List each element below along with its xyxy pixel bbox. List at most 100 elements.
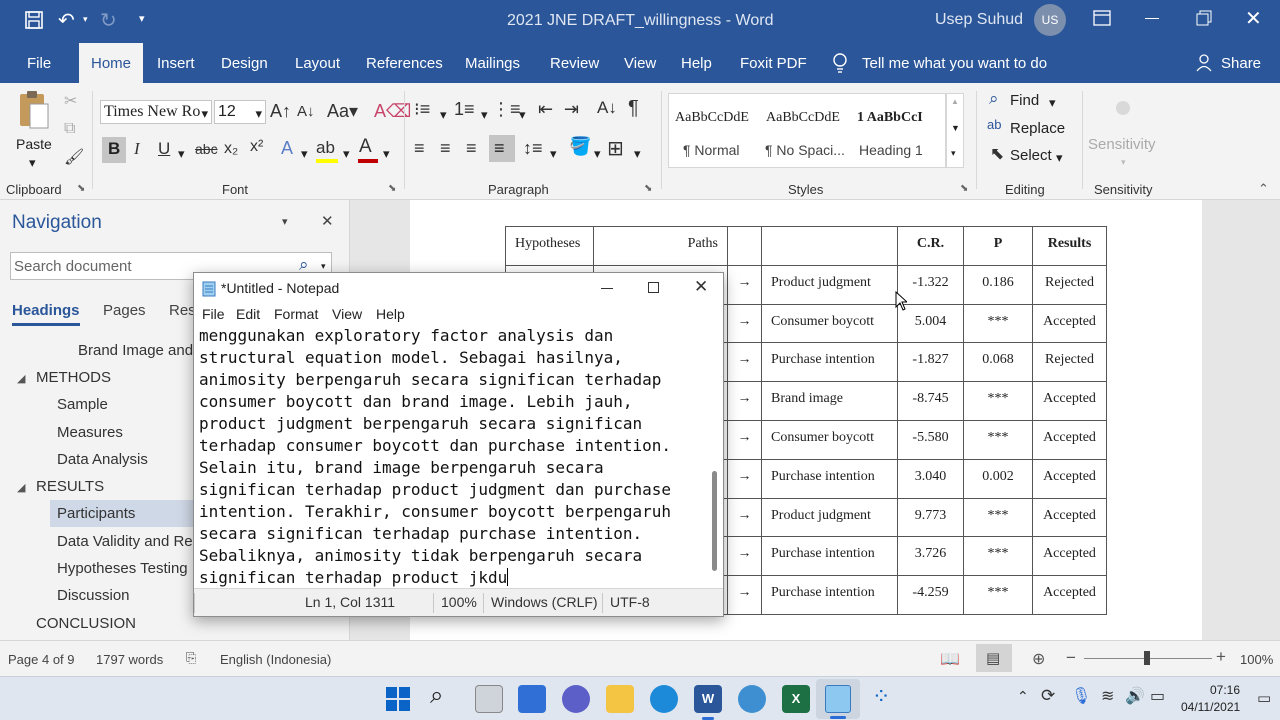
increase-indent-icon[interactable]: ⇥ <box>564 99 579 120</box>
cell-arrow[interactable]: → <box>727 342 762 383</box>
tab-view[interactable]: View <box>624 55 656 72</box>
collapse-ribbon-icon[interactable]: ⌃ <box>1258 181 1269 197</box>
notepad-text-line[interactable]: intention. Terakhir, consumer boycott be… <box>199 501 704 523</box>
cell-path-target[interactable]: Product judgment <box>761 497 898 538</box>
highlight-dropdown-icon[interactable]: ▾ <box>343 146 350 162</box>
cell-arrow[interactable]: → <box>727 458 762 499</box>
superscript-icon[interactable]: x² <box>250 138 263 156</box>
multilevel-dropdown-icon[interactable]: ▾ <box>519 107 526 123</box>
nav-heading-brand-image[interactable]: Brand Image and <box>78 342 193 359</box>
page-count[interactable]: Page 4 of 9 <box>8 652 75 667</box>
nav-heading-hypotheses-testing[interactable]: Hypotheses Testing <box>57 560 188 577</box>
widgets-icon[interactable] <box>518 685 546 713</box>
notepad-scrollbar-thumb[interactable] <box>712 471 717 571</box>
restore-button[interactable] <box>1196 10 1212 26</box>
zoom-out-icon[interactable]: − <box>1066 648 1076 668</box>
menu-file[interactable]: File <box>202 306 225 322</box>
cell-arrow[interactable]: → <box>727 536 762 577</box>
excel-taskbar-icon[interactable]: X <box>782 685 810 713</box>
line-spacing-dropdown-icon[interactable]: ▾ <box>550 146 557 162</box>
cell-cr[interactable]: 3.040 <box>897 458 964 499</box>
italic-icon[interactable]: I <box>134 139 140 159</box>
cell-path-target[interactable]: Consumer boycott <box>761 303 898 344</box>
nav-heading-conclusion[interactable]: CONCLUSION <box>36 615 136 632</box>
paragraph-launcher-icon[interactable]: ⬊ <box>644 183 652 194</box>
font-size-dropdown-icon[interactable]: ▾ <box>255 106 262 122</box>
notepad-text-line[interactable]: consumer boycott dan brand image. Lebih … <box>199 391 704 413</box>
shading-icon[interactable]: 🪣 <box>569 136 591 157</box>
word-count[interactable]: 1797 words <box>96 652 163 667</box>
cell-path-target[interactable]: Brand image <box>761 381 898 421</box>
cell-path-target[interactable]: Purchase intention <box>761 575 898 615</box>
tab-foxit-pdf[interactable]: Foxit PDF <box>740 55 807 72</box>
decrease-indent-icon[interactable]: ⇤ <box>538 99 553 120</box>
subscript-icon[interactable]: x₂ <box>224 140 238 158</box>
nav-heading-sample[interactable]: Sample <box>57 396 108 413</box>
save-icon[interactable] <box>25 11 43 29</box>
notepad-minimize-button[interactable] <box>601 288 613 289</box>
battery-icon[interactable]: ▭ <box>1150 686 1165 706</box>
read-mode-icon[interactable]: 📖 <box>940 649 960 669</box>
zoom-in-icon[interactable]: + <box>1216 647 1226 667</box>
notepad-text-line[interactable]: product judgment berpengaruh secara sign… <box>199 413 704 435</box>
notepad-text-line[interactable]: significan terhadap product jkdu <box>199 567 704 589</box>
nav-heading-methods[interactable]: METHODS <box>36 369 111 386</box>
tab-mailings[interactable]: Mailings <box>465 55 520 72</box>
paste-button[interactable]: Paste <box>16 136 52 152</box>
tell-me-search[interactable]: Tell me what you want to do <box>862 55 1047 72</box>
font-launcher-icon[interactable]: ⬊ <box>388 183 396 194</box>
word-taskbar-icon[interactable]: W <box>694 685 722 713</box>
customize-qat-icon[interactable]: ▾ <box>139 12 145 25</box>
line-spacing-icon[interactable]: ↕≡ <box>523 138 543 159</box>
volume-icon[interactable]: 🔊 <box>1125 686 1145 706</box>
nav-options-icon[interactable]: ▾ <box>282 215 288 228</box>
clipboard-launcher-icon[interactable]: ⬊ <box>77 183 85 194</box>
shading-dropdown-icon[interactable]: ▾ <box>594 146 601 162</box>
numbering-dropdown-icon[interactable]: ▾ <box>481 107 488 123</box>
tab-layout[interactable]: Layout <box>295 55 340 72</box>
undo-dropdown-icon[interactable]: ▾ <box>83 14 88 25</box>
nav-tab-results[interactable]: Res <box>169 302 196 319</box>
task-view-icon[interactable] <box>475 685 503 713</box>
cell-result[interactable]: Rejected <box>1032 342 1107 383</box>
font-name-dropdown-icon[interactable]: ▾ <box>201 106 208 122</box>
bold-button[interactable]: B <box>102 137 126 163</box>
style-normal[interactable]: AaBbCcDdE ¶ Normal <box>669 94 761 167</box>
tab-review[interactable]: Review <box>550 55 599 72</box>
cell-cr[interactable]: 9.773 <box>897 497 964 538</box>
cell-cr[interactable]: -5.580 <box>897 419 964 460</box>
paste-dropdown-icon[interactable]: ▾ <box>29 155 36 171</box>
nav-heading-data-validity[interactable]: Data Validity and Re <box>57 533 193 550</box>
cell-path-target[interactable]: Consumer boycott <box>761 419 898 460</box>
notepad-text-line[interactable]: structural equation model. Sebagai hasil… <box>199 347 704 369</box>
cell-cr[interactable]: 3.726 <box>897 536 964 577</box>
clear-formatting-icon[interactable]: A⌫ <box>374 101 411 122</box>
font-color-dropdown-icon[interactable]: ▾ <box>383 146 390 162</box>
notepad-close-button[interactable]: ✕ <box>694 277 708 297</box>
cell-arrow[interactable]: → <box>727 303 762 344</box>
paste-icon[interactable] <box>17 89 51 131</box>
nav-tab-pages[interactable]: Pages <box>103 302 146 319</box>
cell-cr[interactable]: -1.827 <box>897 342 964 383</box>
show-formatting-icon[interactable]: ¶ <box>628 97 639 120</box>
bullets-icon[interactable]: ⁝≡ <box>414 99 430 120</box>
nav-heading-data-analysis[interactable]: Data Analysis <box>57 451 148 468</box>
cell-result[interactable]: Accepted <box>1032 419 1107 460</box>
cell-p[interactable]: *** <box>963 575 1033 615</box>
cell-p[interactable]: 0.068 <box>963 342 1033 383</box>
notepad-text-line[interactable]: terhadap consumer boycott dan purchase i… <box>199 435 704 457</box>
nav-heading-discussion[interactable]: Discussion <box>57 587 130 604</box>
collapse-triangle-icon[interactable]: ◢ <box>17 372 25 385</box>
grow-font-icon[interactable]: A↑ <box>270 101 291 122</box>
cell-arrow[interactable]: → <box>727 264 762 305</box>
edge-browser-icon[interactable] <box>650 685 678 713</box>
styles-down-icon[interactable]: ▼ <box>951 123 960 133</box>
select-button[interactable]: Select <box>1010 147 1052 164</box>
wifi-icon[interactable]: ≋ <box>1101 686 1114 706</box>
cell-cr[interactable]: -1.322 <box>897 264 964 305</box>
clock-time[interactable]: 07:16 <box>1210 683 1240 697</box>
cell-p[interactable]: 0.002 <box>963 458 1033 499</box>
show-hidden-icons-icon[interactable]: ⌃ <box>1017 688 1029 705</box>
cell-cr[interactable]: -4.259 <box>897 575 964 615</box>
undo-icon[interactable]: ↶ <box>58 8 75 33</box>
